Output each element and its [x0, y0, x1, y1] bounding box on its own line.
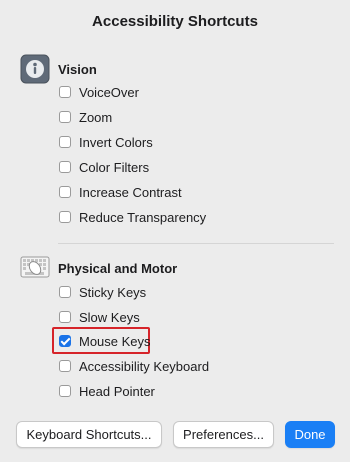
section-title-vision: Vision: [58, 61, 97, 77]
option-label: Color Filters: [79, 159, 150, 175]
option-reduce-transparency[interactable]: Reduce Transparency: [59, 208, 206, 226]
checkbox[interactable]: [59, 86, 71, 98]
checkbox[interactable]: [59, 111, 71, 123]
checkbox[interactable]: [59, 385, 71, 397]
option-label: Slow Keys: [79, 309, 140, 325]
dialog-title: Accessibility Shortcuts: [92, 13, 258, 30]
checkbox[interactable]: [59, 186, 71, 198]
option-color-filters[interactable]: Color Filters: [59, 158, 149, 176]
option-voiceover[interactable]: VoiceOver: [59, 83, 139, 101]
checkbox-checked[interactable]: [59, 335, 71, 347]
option-label: Increase Contrast: [79, 184, 182, 200]
option-label: Sticky Keys: [79, 284, 147, 300]
option-label: VoiceOver: [79, 84, 139, 100]
checkbox[interactable]: [59, 211, 71, 223]
done-button[interactable]: Done: [285, 421, 335, 448]
checkbox[interactable]: [59, 360, 71, 372]
section-title-physical-motor: Physical and Motor: [58, 260, 178, 276]
option-label: Zoom: [79, 109, 113, 125]
option-sticky-keys[interactable]: Sticky Keys: [59, 283, 146, 301]
option-label: Invert Colors: [79, 134, 153, 150]
keyboard-shortcuts-button[interactable]: Keyboard Shortcuts...: [16, 421, 162, 448]
option-slow-keys[interactable]: Slow Keys: [59, 308, 140, 326]
option-label: Head Pointer: [79, 383, 155, 399]
option-zoom[interactable]: Zoom: [59, 108, 112, 126]
option-accessibility-keyboard[interactable]: Accessibility Keyboard: [59, 357, 209, 375]
checkbox[interactable]: [59, 311, 71, 323]
option-invert-colors[interactable]: Invert Colors: [59, 133, 153, 151]
section-divider: [58, 243, 334, 244]
option-mouse-keys[interactable]: Mouse Keys: [59, 332, 151, 350]
checkbox[interactable]: [59, 161, 71, 173]
motor-section-header: Physical and Motor: [20, 253, 177, 283]
vision-icon: [20, 54, 50, 84]
option-label: Reduce Transparency: [79, 209, 207, 225]
option-label: Accessibility Keyboard: [79, 358, 210, 374]
checkbox[interactable]: [59, 136, 71, 148]
vision-section-header: Vision: [20, 54, 97, 84]
preferences-button[interactable]: Preferences...: [173, 421, 274, 448]
checkbox[interactable]: [59, 286, 71, 298]
option-head-pointer[interactable]: Head Pointer: [59, 382, 155, 400]
option-label: Mouse Keys: [79, 333, 151, 349]
option-increase-contrast[interactable]: Increase Contrast: [59, 183, 182, 201]
keyboard-mouse-icon: [20, 256, 50, 278]
